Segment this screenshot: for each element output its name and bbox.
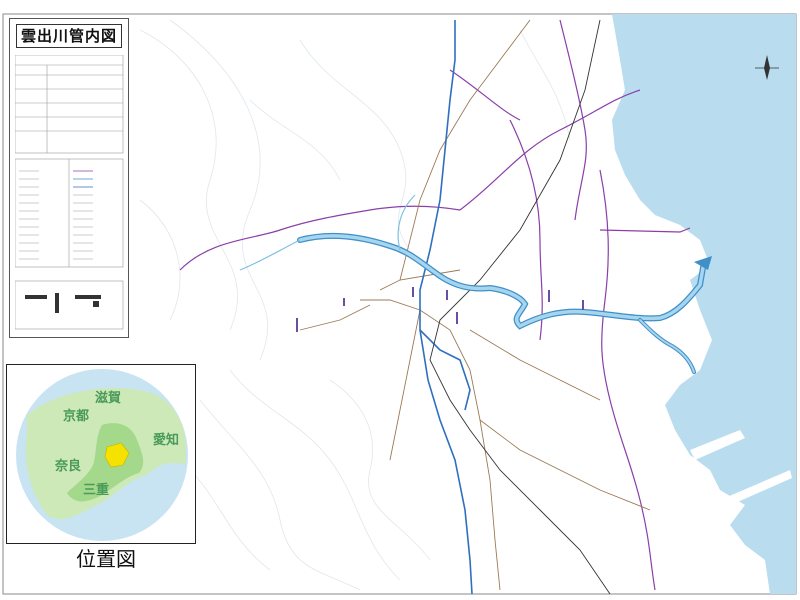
legend-panel: 雲出川管内図 xyxy=(9,18,129,338)
locator-label-mie: 三重 xyxy=(83,483,110,498)
locator-label-shiga: 滋賀 xyxy=(95,391,122,406)
locator-caption: 位置図 xyxy=(76,547,136,571)
map-title: 雲出川管内図 xyxy=(16,24,122,48)
locator-label-kyoto: 京都 xyxy=(63,409,90,424)
locator-label-aichi: 愛知 xyxy=(153,433,180,448)
locator-label-nara: 奈良 xyxy=(55,459,82,474)
locator-inset: 滋賀 京都 愛知 奈良 三重 xyxy=(6,364,196,544)
legend-table xyxy=(15,55,124,330)
